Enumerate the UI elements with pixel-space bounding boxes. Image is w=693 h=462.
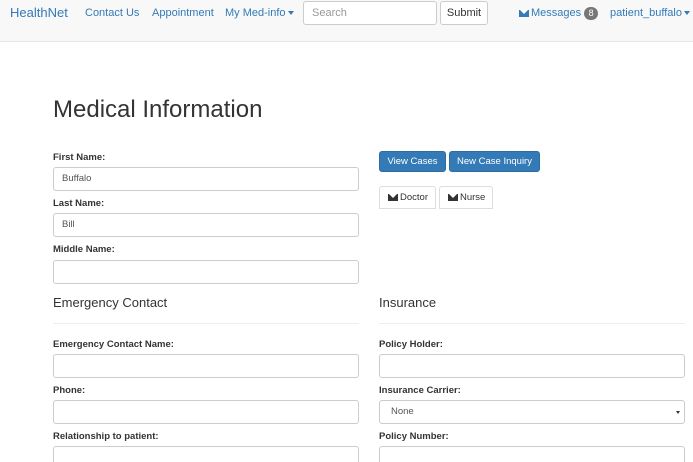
relationship-label: Relationship to patient: xyxy=(53,431,159,442)
tab-nurse[interactable]: Nurse xyxy=(439,186,493,209)
page-title: Medical Information xyxy=(53,96,263,123)
emergency-contact-name-label: Emergency Contact Name: xyxy=(53,339,174,350)
envelope-icon xyxy=(448,193,458,201)
view-cases-button[interactable]: View Cases xyxy=(379,151,446,172)
insurance-divider xyxy=(379,323,685,324)
insurance-carrier-label: Insurance Carrier: xyxy=(379,385,461,396)
caret-down-icon xyxy=(683,11,690,16)
messages-count-badge: 8 xyxy=(584,6,599,20)
emergency-contact-heading: Emergency Contact xyxy=(53,295,168,310)
first-name-field[interactable]: Buffalo xyxy=(53,167,359,191)
new-case-inquiry-button[interactable]: New Case Inquiry xyxy=(449,151,540,172)
first-name-label: First Name: xyxy=(53,152,106,163)
nav-appointment[interactable]: Appointment xyxy=(152,0,214,26)
tab-doctor[interactable]: Doctor xyxy=(379,186,436,209)
search-input[interactable] xyxy=(303,1,437,25)
emergency-contact-name-field[interactable] xyxy=(53,354,359,378)
emergency-divider xyxy=(53,323,359,324)
submit-button[interactable]: Submit xyxy=(440,1,488,25)
nav-messages[interactable]: Messages 8 xyxy=(519,0,599,26)
policy-holder-label: Policy Holder: xyxy=(379,339,443,350)
policy-number-label: Policy Number: xyxy=(379,431,449,442)
messages-label: Messages xyxy=(531,7,582,19)
middle-name-label: Middle Name: xyxy=(53,244,115,255)
brand-link[interactable]: HealthNet xyxy=(10,0,68,26)
nav-med-info-label: My Med-info xyxy=(225,7,286,19)
last-name-label: Last Name: xyxy=(53,198,105,209)
insurance-carrier-select[interactable]: None xyxy=(379,400,685,424)
policy-number-field[interactable] xyxy=(379,446,685,462)
user-name: patient_buffalo xyxy=(610,7,682,19)
caret-down-icon xyxy=(287,11,294,16)
insurance-carrier-selected: None xyxy=(391,406,414,417)
relationship-field[interactable] xyxy=(53,446,359,462)
insurance-heading: Insurance xyxy=(379,295,437,310)
middle-name-field[interactable] xyxy=(53,260,359,284)
nav-user-dropdown[interactable]: patient_buffalo xyxy=(610,0,690,26)
top-navbar: HealthNet Contact Us Appointment My Med-… xyxy=(0,0,693,42)
policy-holder-field[interactable] xyxy=(379,354,685,378)
nav-med-info-dropdown[interactable]: My Med-info xyxy=(225,0,294,26)
envelope-icon xyxy=(519,9,529,17)
nav-contact-us[interactable]: Contact Us xyxy=(85,0,139,26)
phone-field[interactable] xyxy=(53,400,359,424)
envelope-icon xyxy=(388,193,398,201)
tab-nurse-label: Nurse xyxy=(460,192,486,203)
tab-doctor-label: Doctor xyxy=(400,192,428,203)
phone-label: Phone: xyxy=(53,385,86,396)
caret-down-icon xyxy=(676,411,680,414)
last-name-field[interactable]: Bill xyxy=(53,213,359,237)
